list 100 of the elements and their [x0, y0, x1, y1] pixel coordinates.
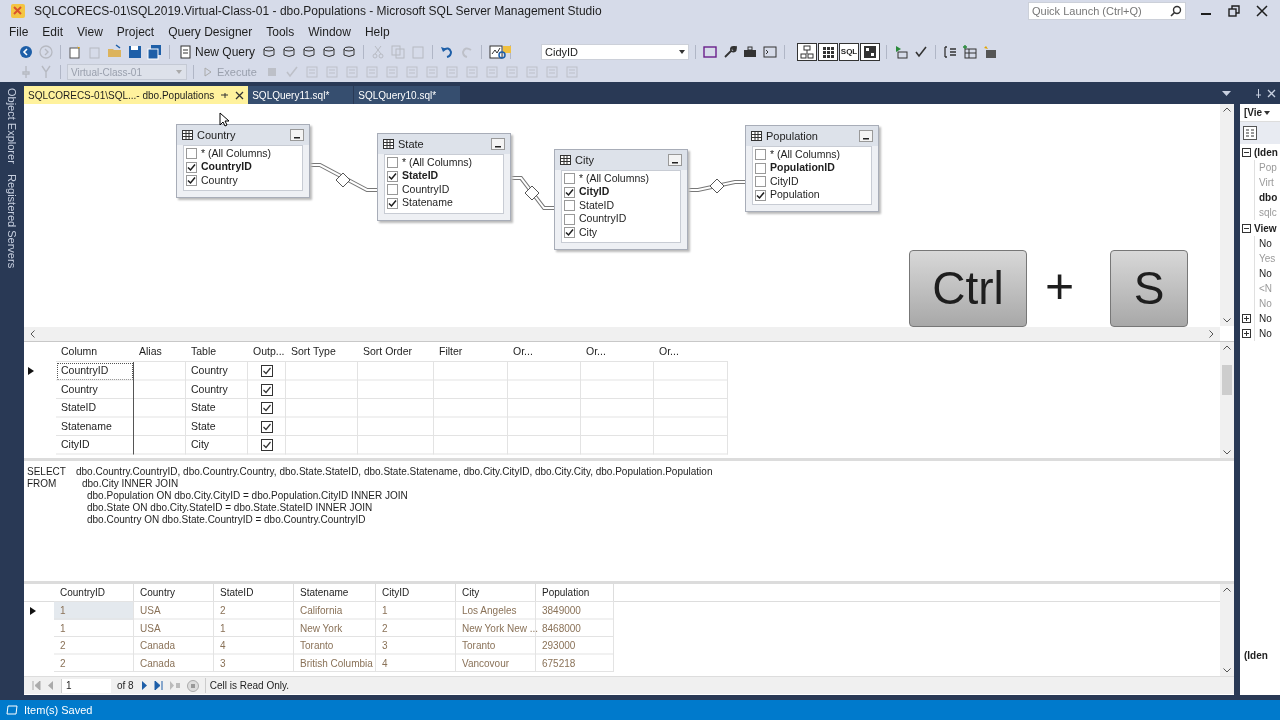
grid-cell[interactable]: 2 — [214, 602, 294, 620]
pane-toggle-button[interactable] — [818, 43, 839, 61]
column-header[interactable]: Population — [536, 584, 614, 601]
property-value[interactable]: dbo — [1254, 190, 1278, 205]
close-icon[interactable] — [1256, 5, 1268, 17]
collapse-icon[interactable] — [1242, 224, 1251, 233]
new-query-button[interactable]: New Query — [176, 43, 258, 61]
record-number-field[interactable]: 1 — [61, 678, 111, 693]
grid-cell[interactable]: 2 — [54, 654, 134, 672]
grid-cell[interactable]: 2 — [54, 637, 134, 655]
side-panel-tab[interactable]: Object Explorer — [3, 88, 21, 164]
tab-list-icon[interactable] — [1222, 91, 1231, 97]
grid-cell[interactable]: City — [186, 436, 248, 455]
column-header[interactable]: Or... — [581, 342, 654, 362]
checkbox[interactable] — [261, 365, 273, 378]
grid-cell[interactable]: Country — [186, 362, 248, 381]
column-header[interactable]: StateID — [214, 584, 294, 601]
grid-cell[interactable]: 2 — [376, 619, 456, 637]
toolbox-icon[interactable] — [742, 44, 759, 60]
grid-cell[interactable]: Canada — [134, 637, 214, 655]
table-window[interactable]: Population * (All Columns) PopulationID CityID Population — [745, 125, 879, 212]
window-icon[interactable] — [702, 44, 719, 60]
vertical-scrollbar[interactable] — [1220, 104, 1234, 326]
grid-cell[interactable]: 3 — [214, 654, 294, 672]
activity-monitor-icon[interactable] — [488, 44, 505, 60]
menu-item[interactable]: View — [70, 23, 110, 41]
menu-item[interactable]: Tools — [259, 23, 302, 41]
relationship-line[interactable] — [510, 176, 555, 210]
database-query-icon[interactable] — [321, 44, 338, 60]
grid-cell[interactable]: USA — [134, 619, 214, 637]
pane-toggle-button[interactable] — [797, 43, 818, 61]
new-project-icon[interactable] — [67, 44, 83, 60]
grid-cell[interactable]: 3 — [376, 637, 456, 655]
grid-cell[interactable]: California — [294, 602, 376, 620]
column-header[interactable]: Alias — [134, 342, 186, 362]
column-header[interactable]: City — [456, 584, 536, 601]
column-name[interactable]: * (All Columns) — [201, 145, 271, 162]
menu-item[interactable]: File — [2, 23, 36, 41]
grid-cell[interactable]: CountryID — [56, 362, 134, 381]
grid-cell[interactable]: 4 — [214, 637, 294, 655]
grid-cell[interactable]: 675218 — [536, 654, 614, 672]
save-icon[interactable] — [127, 44, 143, 60]
column-header[interactable]: Filter — [434, 342, 508, 362]
scroll-up-icon[interactable] — [1223, 107, 1231, 112]
minimize-icon[interactable] — [668, 154, 682, 166]
quick-launch-field[interactable]: Quick Launch (Ctrl+Q) — [1028, 2, 1186, 20]
checkbox[interactable] — [261, 439, 273, 452]
pane-toggle-button[interactable] — [860, 43, 881, 61]
document-tab[interactable]: SQLCORECS-01\SQL...- dbo.Populations — [24, 86, 249, 104]
column-header[interactable]: Statename — [294, 584, 376, 601]
grid-cell[interactable]: British Columbia — [294, 654, 376, 672]
terminal-icon[interactable] — [762, 44, 779, 60]
property-value[interactable]: No — [1254, 236, 1272, 251]
restore-icon[interactable] — [1228, 5, 1240, 17]
checkbox[interactable] — [261, 383, 273, 396]
column-header[interactable]: Or... — [508, 342, 581, 362]
grid-cell[interactable]: Country — [186, 380, 248, 399]
column-header[interactable]: Table — [186, 342, 248, 362]
database-query-icon[interactable] — [261, 44, 278, 60]
checkbox[interactable] — [387, 184, 398, 196]
checkbox[interactable] — [387, 170, 398, 182]
database-query-icon[interactable] — [301, 44, 318, 60]
document-tab[interactable]: SQLQuery11.sql* — [248, 86, 354, 104]
menu-item[interactable]: Edit — [35, 23, 71, 41]
grid-cell[interactable]: USA — [134, 602, 214, 620]
checkbox[interactable] — [261, 420, 273, 433]
grid-cell[interactable]: CityID — [56, 436, 134, 455]
table-window[interactable]: State * (All Columns) StateID CountryID Statename — [377, 133, 511, 221]
grid-cell[interactable]: 3849000 — [536, 602, 614, 620]
find-icon[interactable] — [497, 44, 514, 60]
collapse-icon[interactable] — [1242, 148, 1251, 157]
property-value[interactable]: No — [1254, 326, 1272, 341]
column-header[interactable]: CountryID — [54, 584, 134, 601]
next-record-icon[interactable] — [139, 681, 148, 690]
scroll-up-icon[interactable] — [1223, 587, 1231, 592]
vertical-scrollbar[interactable] — [1220, 584, 1234, 676]
grid-cell[interactable]: 1 — [214, 619, 294, 637]
grid-cell[interactable]: New York — [294, 619, 376, 637]
close-icon[interactable] — [235, 90, 245, 100]
expand-icon[interactable] — [1242, 314, 1251, 323]
checkbox[interactable] — [755, 176, 766, 188]
scroll-down-icon[interactable] — [1223, 450, 1231, 455]
search-combo[interactable]: CidyID — [541, 44, 690, 60]
back-icon[interactable] — [18, 44, 34, 60]
column-name[interactable]: Statename — [402, 195, 453, 212]
save-all-icon[interactable] — [147, 44, 163, 60]
checkbox[interactable] — [755, 149, 766, 161]
new-table-icon[interactable] — [982, 44, 999, 60]
relationship-line[interactable] — [687, 178, 746, 194]
table-window[interactable]: Country * (All Columns) CountryID Country — [176, 124, 310, 198]
column-header[interactable]: CityID — [376, 584, 456, 601]
database-query-icon[interactable] — [341, 44, 358, 60]
grid-cell[interactable]: Los Angeles — [456, 602, 536, 620]
group-by-icon[interactable] — [942, 44, 959, 60]
grid-cell[interactable]: StateID — [56, 399, 134, 418]
open-folder-icon[interactable] — [107, 44, 123, 60]
checkbox[interactable] — [387, 197, 398, 209]
side-panel-tab[interactable]: Registered Servers — [3, 173, 21, 268]
grid-cell[interactable]: Vancovour — [456, 654, 536, 672]
grid-cell[interactable]: Statename — [56, 417, 134, 436]
